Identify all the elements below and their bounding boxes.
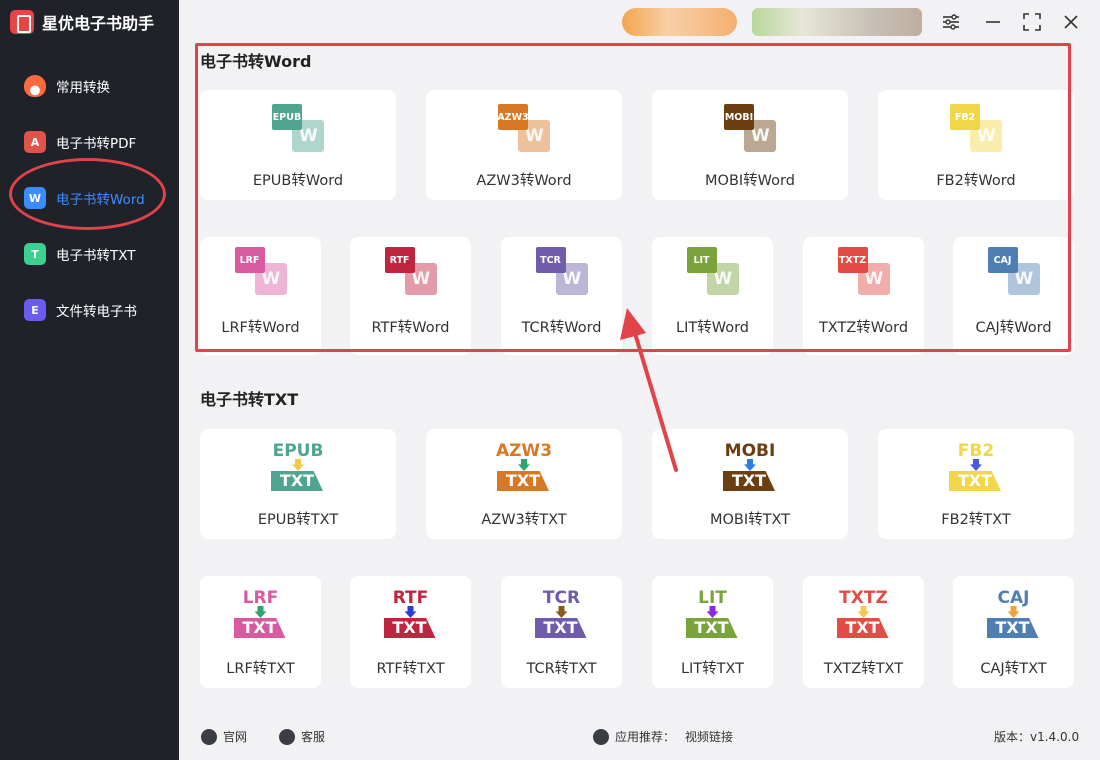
recommend-area: 应用推荐： 视频链接 (593, 728, 733, 745)
txt-card-tcr[interactable]: TCR TXT TCR转TXT (501, 576, 622, 688)
minimize-icon[interactable] (981, 10, 1005, 34)
ie-icon (201, 728, 217, 745)
txt-card-rtf[interactable]: RTF TXT RTF转TXT (350, 576, 471, 688)
chat-icon (279, 728, 295, 745)
sidebar-item-label: 电子书转PDF (56, 136, 137, 152)
card-label: CAJ转TXT (980, 661, 1047, 677)
card-label: LRF转TXT (226, 661, 295, 677)
blurred-user-info[interactable] (752, 8, 922, 36)
settings-icon[interactable] (939, 10, 963, 34)
blurred-account-badge[interactable] (622, 8, 737, 36)
card-label: TXTZ转TXT (823, 661, 904, 677)
annotation-circle (9, 158, 166, 230)
sidebar-item-label: 常用转换 (56, 80, 110, 96)
card-label: FB2转TXT (941, 512, 1011, 528)
ebook-icon: E (24, 299, 46, 321)
txt-card-epub[interactable]: EPUB TXT EPUB转TXT (200, 429, 396, 539)
txt-card-lit[interactable]: LIT TXT LIT转TXT (652, 576, 773, 688)
rtf-to-txt-icon: RTF TXT (376, 588, 446, 648)
caj-to-txt-icon: CAJ TXT (979, 588, 1049, 648)
mobi-to-txt-icon: MOBI TXT (723, 441, 776, 491)
recommend-label: 应用推荐： (615, 730, 676, 744)
section-title-txt: 电子书转TXT (200, 390, 299, 409)
tcr-to-txt-icon: TCR TXT (527, 588, 597, 648)
card-label: AZW3转TXT (481, 512, 567, 528)
flame-icon (24, 75, 46, 97)
epub-to-txt-icon: EPUB TXT (271, 441, 324, 491)
video-link[interactable]: 视频链接 (685, 728, 733, 745)
lrf-to-txt-icon: LRF TXT (226, 588, 296, 648)
fb2-to-txt-icon: FB2 TXT (941, 441, 1011, 501)
azw3-to-txt-icon: AZW3 TXT (495, 441, 553, 491)
version-text: 版本：v1.4.0.0 (994, 730, 1080, 744)
app-logo-icon (10, 10, 34, 34)
title-bar (179, 0, 1100, 44)
txt-card-fb2[interactable]: FB2 TXT FB2转TXT (878, 429, 1074, 539)
close-icon[interactable] (1059, 10, 1083, 34)
txtz-to-txt-icon: TXTZ TXT (829, 588, 899, 648)
card-label: RTF转TXT (376, 661, 445, 677)
sidebar-item-3[interactable]: T 电子书转TXT (0, 226, 179, 282)
app-title: 星优电子书助手 (42, 14, 155, 33)
txt-icon: T (24, 243, 46, 265)
annotation-arrow (620, 308, 678, 472)
link-icon (593, 728, 609, 745)
sidebar-item-label: 文件转电子书 (56, 304, 137, 320)
website-link[interactable]: 官网 (201, 728, 247, 745)
txt-card-caj[interactable]: CAJ TXT CAJ转TXT (953, 576, 1074, 688)
txt-card-azw3[interactable]: AZW3 TXT AZW3转TXT (426, 429, 622, 539)
txt-card-lrf[interactable]: LRF TXT LRF转TXT (200, 576, 321, 688)
card-label: MOBI转TXT (709, 512, 791, 528)
card-label: TCR转TXT (526, 661, 597, 677)
lit-to-txt-icon: LIT TXT (678, 588, 748, 648)
maximize-icon[interactable] (1020, 10, 1044, 34)
txt-card-txtz[interactable]: TXTZ TXT TXTZ转TXT (803, 576, 924, 688)
footer-bar: 官网 客服 应用推荐： 视频链接 版本：v1.4.0.0 (179, 712, 1100, 760)
sidebar-item-0[interactable]: 常用转换 (0, 58, 179, 114)
sidebar-item-4[interactable]: E 文件转电子书 (0, 282, 179, 338)
sidebar: 星优电子书助手 常用转换 A 电子书转PDF W 电子书转Word T 电子书转TXT E 文件… (0, 0, 179, 760)
sidebar-item-label: 电子书转TXT (56, 248, 136, 264)
service-label: 客服 (301, 730, 326, 744)
app-brand: 星优电子书助手 (10, 10, 154, 34)
card-label: LIT转TXT (680, 661, 745, 677)
pdf-icon: A (24, 131, 46, 153)
website-label: 官网 (223, 730, 248, 744)
card-label: EPUB转TXT (257, 512, 339, 528)
service-link[interactable]: 客服 (279, 728, 325, 745)
